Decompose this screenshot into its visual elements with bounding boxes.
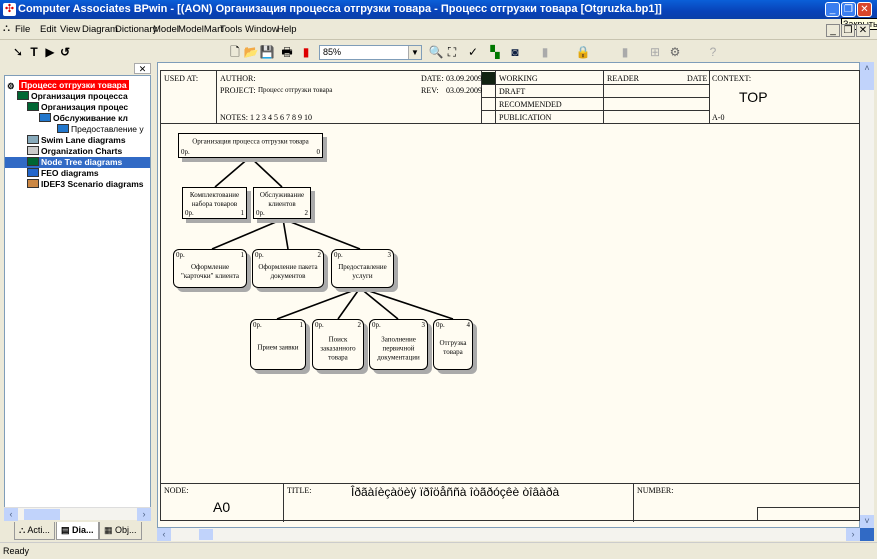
node-number: 0 bbox=[316, 148, 321, 156]
node-number: 3 bbox=[387, 251, 392, 259]
node-op: 0р. bbox=[176, 251, 185, 259]
node-label: Поиск заказанного товара bbox=[320, 335, 356, 362]
connector bbox=[211, 218, 284, 250]
node-box[interactable]: Комплектование набора товаров 0р. 1 bbox=[182, 187, 247, 219]
node-box[interactable]: Оформление пакета документов 0р. 2 bbox=[252, 249, 324, 288]
node-op: 0р. bbox=[436, 321, 445, 329]
node-label: Оформление пакета документов bbox=[258, 263, 318, 281]
status-bar: Ready bbox=[0, 542, 877, 558]
node-label: Оформление "карточки" клиента bbox=[181, 263, 239, 281]
status-text: Ready bbox=[3, 546, 30, 556]
node-number: 2 bbox=[317, 251, 322, 259]
node-label: Заполнение первичной документации bbox=[377, 335, 420, 362]
scroll-thumb[interactable] bbox=[860, 74, 874, 90]
node-number: 1 bbox=[240, 209, 245, 217]
scroll-thumb[interactable] bbox=[199, 529, 213, 540]
connector bbox=[359, 287, 454, 320]
node-box[interactable]: Отгрузка товара 0р. 4 bbox=[433, 319, 473, 370]
node-op: 0р. bbox=[334, 251, 343, 259]
horizontal-scrollbar[interactable]: ‹ › bbox=[157, 528, 860, 541]
node-label: Предоставление услуги bbox=[338, 263, 387, 281]
connector bbox=[276, 287, 361, 320]
node-op: 0р. bbox=[253, 321, 262, 329]
scroll-down-icon[interactable]: ˅ bbox=[860, 515, 874, 528]
node-number: 1 bbox=[240, 251, 245, 259]
node-number: 2 bbox=[357, 321, 362, 329]
connector bbox=[282, 218, 361, 250]
node-label: Комплектование набора товаров bbox=[189, 191, 240, 208]
node-op: 0р. bbox=[185, 209, 194, 217]
scroll-right-icon[interactable]: › bbox=[846, 528, 860, 541]
node-op: 0р. bbox=[315, 321, 324, 329]
node-number: 4 bbox=[466, 321, 471, 329]
node-box[interactable]: Заполнение первичной документации 0р. 3 bbox=[369, 319, 428, 370]
node-box[interactable]: Поиск заказанного товара 0р. 2 bbox=[312, 319, 364, 370]
node-box[interactable]: Оформление "карточки" клиента 0р. 1 bbox=[173, 249, 247, 288]
connector bbox=[249, 156, 283, 188]
connector bbox=[214, 156, 251, 188]
connector-lines bbox=[211, 156, 454, 320]
size-grip bbox=[860, 528, 874, 541]
node-number: 1 bbox=[299, 321, 304, 329]
node-op: 0р. bbox=[256, 209, 265, 217]
node-label: Отгрузка товара bbox=[439, 339, 467, 357]
node-box-root[interactable]: Организация процесса отгрузки товара 0р. 0 bbox=[178, 133, 323, 158]
node-op: 0р. bbox=[181, 148, 190, 156]
node-box[interactable]: Предоставление услуги 0р. 3 bbox=[331, 249, 394, 288]
scroll-left-icon[interactable]: ‹ bbox=[157, 528, 171, 541]
connector bbox=[359, 287, 399, 320]
node-label: Прием заявки bbox=[257, 343, 299, 352]
node-number: 3 bbox=[421, 321, 426, 329]
node-box[interactable]: Обслуживание клиентов 0р. 2 bbox=[253, 187, 311, 219]
vertical-scrollbar[interactable]: ˄ ˅ bbox=[860, 62, 874, 528]
node-box[interactable]: Прием заявки 0р. 1 bbox=[250, 319, 306, 370]
node-label: Обслуживание клиентов bbox=[259, 191, 305, 208]
node-op: 0р. bbox=[372, 321, 381, 329]
connector bbox=[282, 218, 289, 250]
node-number: 2 bbox=[304, 209, 309, 217]
node-label: Организация процесса отгрузки товара bbox=[192, 137, 309, 146]
node-op: 0р. bbox=[255, 251, 264, 259]
